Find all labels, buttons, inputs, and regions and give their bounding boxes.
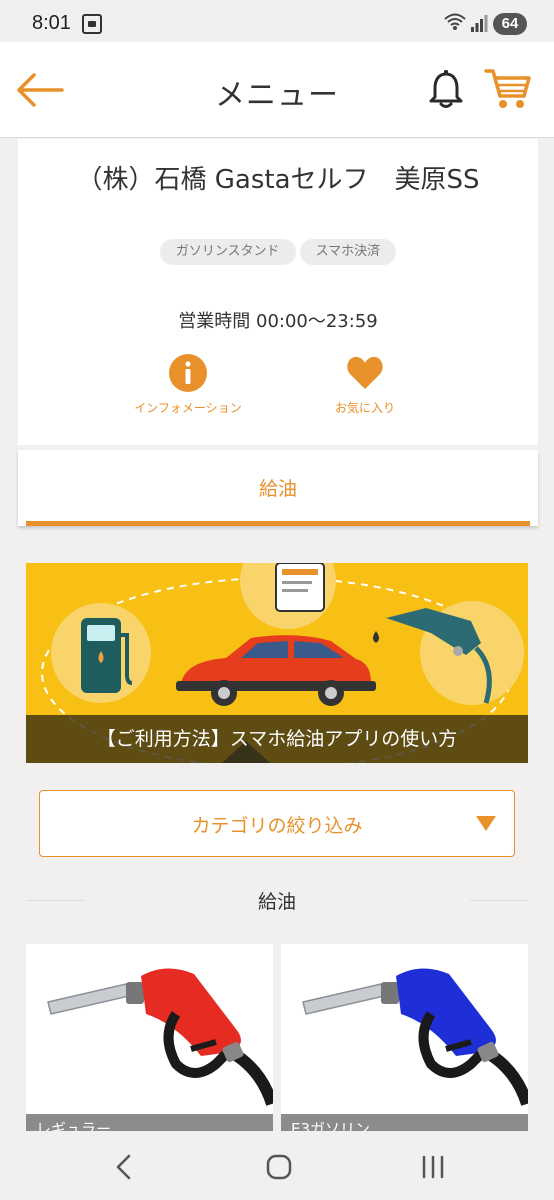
business-hours: 営業時間 00:00〜23:59	[178, 311, 378, 332]
signal-icon	[471, 15, 488, 32]
nav-back-icon[interactable]	[104, 1153, 144, 1181]
bell-icon[interactable]	[428, 70, 464, 110]
battery-indicator: 64	[493, 13, 527, 35]
favorite-label: お気に入り	[334, 401, 395, 415]
information-button[interactable]: インフォメーション	[113, 353, 263, 416]
app-header: メニュー	[0, 42, 554, 138]
page-title: メニュー	[215, 78, 339, 113]
product-card-regular[interactable]: レギュラー	[26, 944, 273, 1134]
screenshot-icon	[82, 14, 102, 34]
info-icon	[169, 354, 207, 392]
product-card-e3-gasoline[interactable]: E3ガソリン	[281, 944, 528, 1134]
triangle-down-icon	[476, 816, 496, 831]
category-filter-label: カテゴリの絞り込み	[191, 815, 363, 837]
section-heading: 給油	[26, 884, 528, 916]
usage-guide-banner[interactable]: 【ご利用方法】スマホ給油アプリの使い方	[26, 563, 528, 763]
divider-right	[470, 900, 528, 901]
cart-icon[interactable]	[484, 66, 532, 112]
status-time: 8:01	[32, 12, 71, 34]
tab-refuel[interactable]: 給油	[18, 474, 538, 501]
nav-recent-apps-icon[interactable]	[413, 1153, 453, 1181]
fuel-nozzle-icon	[47, 968, 273, 1106]
tab-bar: 給油	[18, 450, 538, 526]
information-label: インフォメーション	[134, 401, 242, 415]
shop-name: （株）石橋 Gastaセルフ 美原SS	[76, 165, 480, 195]
tag-gas-station: ガソリンスタンド	[159, 239, 296, 265]
tab-active-indicator	[26, 521, 530, 526]
heart-icon	[347, 356, 383, 389]
banner-caption: 【ご利用方法】スマホ給油アプリの使い方	[26, 715, 528, 763]
shop-tags: ガソリンスタンド スマホ決済	[18, 239, 538, 265]
nav-home-icon[interactable]	[259, 1153, 299, 1181]
system-nav-bar	[0, 1131, 554, 1200]
favorite-button[interactable]: お気に入り	[290, 353, 440, 416]
shop-card: （株）石橋 Gastaセルフ 美原SS ガソリンスタンド スマホ決済 営業時間 …	[18, 139, 538, 445]
fuel-nozzle-icon	[302, 968, 528, 1106]
category-filter-select[interactable]: カテゴリの絞り込み	[39, 790, 515, 857]
tag-mobile-payment: スマホ決済	[299, 239, 397, 265]
wifi-icon	[444, 13, 466, 30]
section-title: 給油	[257, 891, 296, 913]
